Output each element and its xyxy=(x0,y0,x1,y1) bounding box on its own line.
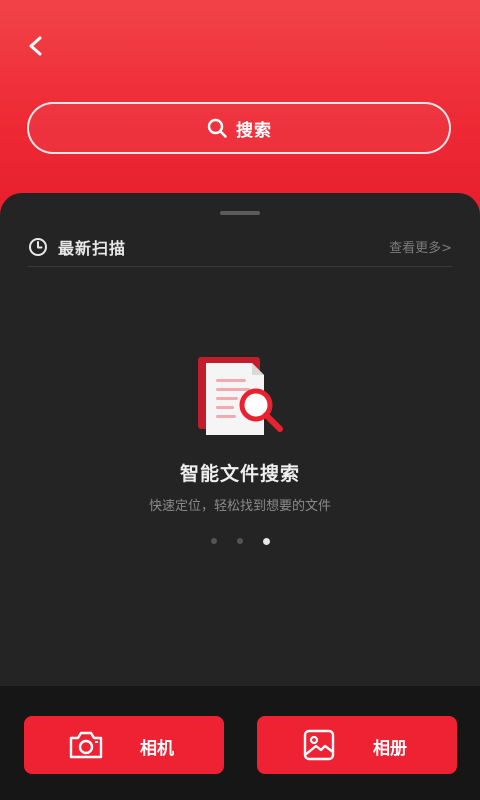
photo-album-icon xyxy=(303,729,335,761)
carousel-dot-2[interactable] xyxy=(236,538,243,544)
camera-button[interactable]: 相机 xyxy=(24,716,224,774)
drag-handle[interactable] xyxy=(220,211,260,215)
album-button[interactable]: 相册 xyxy=(257,716,457,774)
recent-scans-header: 最新扫描 查看更多> xyxy=(28,227,452,267)
recent-scans-sheet: 最新扫描 查看更多> 智能文件搜索 快速定位，轻松找到想要的文件 xyxy=(0,193,480,686)
view-more-link[interactable]: 查看更多> xyxy=(389,237,452,256)
bottom-action-bar: 相机 相册 xyxy=(0,686,480,800)
carousel-dot-3[interactable] xyxy=(262,538,270,545)
chevron-left-icon xyxy=(29,36,42,56)
empty-state-title: 智能文件搜索 xyxy=(179,463,300,485)
recent-scans-title: 最新扫描 xyxy=(58,238,127,258)
clock-icon xyxy=(29,237,47,256)
back-button[interactable] xyxy=(18,28,54,64)
header: 搜索 xyxy=(0,0,480,215)
empty-state-subtitle: 快速定位，轻松找到想要的文件 xyxy=(148,499,331,514)
camera-label: 相机 xyxy=(140,739,174,759)
carousel-indicator xyxy=(0,538,480,545)
search-icon xyxy=(207,118,227,138)
document-search-icon xyxy=(198,357,283,435)
carousel-dot-1[interactable] xyxy=(210,538,217,544)
album-label: 相册 xyxy=(373,739,407,759)
camera-icon xyxy=(69,731,103,759)
search-label: 搜索 xyxy=(236,120,272,141)
search-button[interactable]: 搜索 xyxy=(27,102,451,154)
